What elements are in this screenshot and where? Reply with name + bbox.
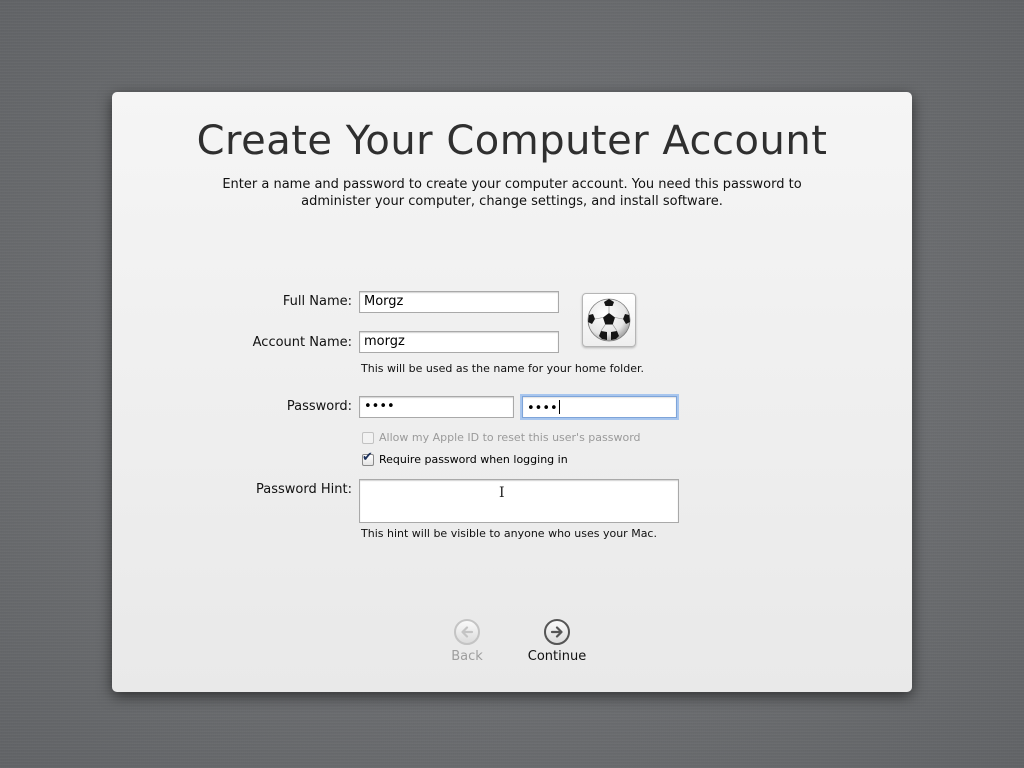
ibeam-cursor-icon: I <box>499 485 505 501</box>
apple-id-reset-option: Allow my Apple ID to reset this user's p… <box>362 431 641 444</box>
full-name-field[interactable]: Morgz <box>359 291 559 313</box>
require-password-label: Require password when logging in <box>379 453 568 466</box>
password-field[interactable]: •••• <box>359 396 514 418</box>
page-title: Create Your Computer Account <box>196 118 828 164</box>
account-name-note: This will be used as the name for your h… <box>361 362 644 375</box>
checkmark-icon: ✔ <box>362 449 373 465</box>
require-password-checkbox[interactable]: ✔ <box>362 449 374 466</box>
back-arrow-icon <box>454 619 480 645</box>
text-caret <box>558 400 560 414</box>
apple-id-reset-label: Allow my Apple ID to reset this user's p… <box>379 431 641 444</box>
full-name-label: Full Name: <box>282 294 352 309</box>
back-label: Back <box>451 649 483 664</box>
page-subtitle: Enter a name and password to create your… <box>222 177 802 209</box>
continue-label: Continue <box>527 649 587 664</box>
verify-password-field[interactable]: •••• <box>522 396 677 418</box>
back-button[interactable]: Back <box>427 619 507 664</box>
password-hint-label: Password Hint: <box>256 482 352 497</box>
password-hint-field[interactable] <box>359 479 679 523</box>
account-name-field[interactable]: morgz <box>359 331 559 353</box>
password-label: Password: <box>286 399 352 414</box>
soccer-ball-icon <box>587 298 631 342</box>
continue-button[interactable]: Continue <box>517 619 597 664</box>
apple-id-reset-checkbox <box>362 431 374 444</box>
setup-assistant-panel: Create Your Computer Account Enter a nam… <box>112 92 912 692</box>
require-password-option[interactable]: ✔ Require password when logging in <box>362 449 568 466</box>
password-hint-note: This hint will be visible to anyone who … <box>361 527 657 540</box>
account-name-label: Account Name: <box>252 335 352 350</box>
continue-arrow-icon <box>544 619 570 645</box>
verify-password-value: •••• <box>527 401 558 416</box>
user-picture-button[interactable] <box>582 293 636 347</box>
